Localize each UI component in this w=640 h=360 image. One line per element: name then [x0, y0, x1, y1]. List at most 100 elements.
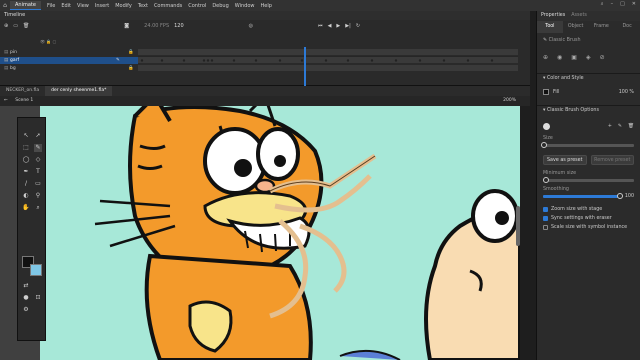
menu-commands[interactable]: Commands — [154, 3, 182, 9]
smoothing-slider[interactable] — [543, 193, 623, 199]
tab-tool[interactable]: Tool — [537, 21, 563, 33]
layer-row-selected[interactable]: ▤ garf ✎ — [0, 57, 518, 64]
menu-help[interactable]: Help — [261, 3, 272, 9]
new-layer-icon[interactable]: ⊕ — [4, 23, 8, 29]
section-collapse-icon[interactable]: ▾ — [543, 76, 545, 81]
loop-icon[interactable]: ↻ — [356, 23, 360, 29]
menu-control[interactable]: Control — [188, 3, 206, 9]
paint-bucket-icon[interactable]: ◐ — [22, 192, 30, 200]
layer-frames[interactable] — [138, 57, 518, 64]
smoothing-value[interactable]: 100 — [625, 194, 634, 199]
brush-square-icon[interactable]: ▣ — [571, 54, 577, 61]
brush-round-icon[interactable]: ◉ — [557, 54, 562, 61]
properties-title[interactable]: Properties — [541, 11, 565, 21]
add-preset-icon[interactable]: + — [608, 124, 612, 129]
fill-percent[interactable]: 100 % — [619, 90, 634, 95]
scene-name[interactable]: Scene 1 — [15, 98, 33, 103]
checkbox-checked[interactable] — [543, 207, 548, 212]
menu-edit[interactable]: Edit — [61, 3, 71, 9]
layer-frames[interactable] — [138, 49, 518, 56]
zoom-icon[interactable]: ⌕ — [34, 204, 42, 212]
workspace-button[interactable]: Animate — [10, 1, 41, 10]
delete-icon[interactable]: 🗑 — [23, 23, 29, 29]
line-icon[interactable]: / — [22, 180, 30, 188]
tab-doc[interactable]: Doc — [614, 21, 640, 33]
step-back-icon[interactable]: ◀ — [328, 23, 332, 29]
folder-icon[interactable]: ▭ — [13, 23, 18, 29]
close-icon[interactable]: ✕ — [632, 1, 636, 7]
brush-flat-icon[interactable]: ◈ — [586, 54, 591, 61]
menu-debug[interactable]: Debug — [212, 3, 228, 9]
tab-object[interactable]: Object — [563, 21, 589, 33]
zoom-level[interactable]: 200% — [503, 96, 516, 106]
min-size-slider[interactable] — [543, 177, 634, 183]
minimize-icon[interactable]: – — [611, 1, 614, 7]
layer-frames[interactable] — [138, 65, 518, 72]
min-size-knob[interactable] — [543, 177, 549, 183]
lock-icon[interactable]: 🔒 — [128, 65, 134, 72]
fill-swatch[interactable] — [543, 89, 549, 95]
onion-skin-icon[interactable]: ◎ — [249, 23, 253, 29]
layer-name[interactable]: pin — [10, 49, 17, 56]
fill-color-swatch[interactable] — [30, 264, 42, 276]
stage-artwork[interactable] — [40, 106, 520, 360]
hand-icon[interactable]: ✋ — [22, 204, 30, 212]
sync-eraser-checkbox[interactable]: Sync settings with eraser — [543, 214, 634, 223]
frame-readout[interactable]: 120 — [174, 23, 184, 29]
text-tool-icon[interactable]: T — [34, 168, 42, 176]
step-forward-icon[interactable]: ▶| — [345, 23, 351, 29]
section-collapse-icon[interactable]: ▾ — [543, 108, 545, 113]
layer-name[interactable]: garf — [10, 57, 19, 64]
menu-file[interactable]: File — [47, 3, 55, 9]
brush-tool-icon[interactable]: ✎ — [34, 144, 42, 152]
back-arrow-icon[interactable]: ← — [4, 98, 8, 103]
layer-row[interactable]: ▤ bg 🔒 — [0, 65, 518, 72]
tab-frame[interactable]: Frame — [589, 21, 615, 33]
menu-window[interactable]: Window — [235, 3, 255, 9]
pen-icon[interactable]: ✒ — [22, 168, 30, 176]
selection-tool-icon[interactable]: ↖ — [22, 132, 30, 140]
checkbox-unchecked[interactable] — [543, 225, 548, 230]
size-slider[interactable] — [541, 142, 634, 148]
layer-name[interactable]: bg — [10, 65, 16, 72]
menu-modify[interactable]: Modify — [115, 3, 132, 9]
home-icon[interactable]: ⌂ — [0, 2, 10, 9]
save-preset-button[interactable]: Save as preset — [543, 155, 587, 165]
layer-row[interactable]: ▤ pin 🔒 — [0, 49, 518, 56]
free-transform-icon[interactable]: ⬚ — [22, 144, 30, 152]
playhead[interactable] — [304, 47, 306, 87]
menu-view[interactable]: View — [77, 3, 89, 9]
stage[interactable] — [0, 106, 520, 360]
rewind-icon[interactable]: ⏮ — [318, 23, 323, 29]
lock-icon[interactable]: 🔒 — [128, 49, 134, 56]
vertical-scrollbar[interactable] — [516, 206, 520, 246]
zoom-size-checkbox[interactable]: Zoom size with stage — [543, 205, 634, 214]
color-style-heading[interactable]: Color and Style — [547, 76, 584, 81]
scale-symbol-checkbox[interactable]: Scale size with symbol instance — [543, 223, 634, 232]
rectangle-icon[interactable]: ▭ — [34, 180, 42, 188]
remove-preset-button[interactable]: Remove preset — [590, 155, 634, 165]
document-tab-active[interactable]: der cenly sheenme1.fla* — [45, 86, 113, 96]
eyedropper-icon[interactable]: ⚲ — [34, 192, 42, 200]
checkbox-checked[interactable] — [543, 216, 548, 221]
brush-shape-icon[interactable]: ⊕ — [543, 54, 548, 61]
brush-options-heading[interactable]: Classic Brush Options — [547, 108, 599, 113]
edit-preset-icon[interactable]: ✎ — [618, 124, 622, 129]
smoothing-knob[interactable] — [616, 193, 623, 199]
search-icon[interactable]: ⌕ — [601, 1, 604, 7]
brush-mode-icon[interactable]: ● — [22, 294, 30, 302]
snap-icon[interactable]: ⚙ — [22, 306, 30, 314]
document-tab[interactable]: NECKER_on.fla — [0, 86, 45, 96]
lock-fill-icon[interactable]: ⊡ — [34, 294, 42, 302]
assets-tab[interactable]: Assets — [571, 11, 587, 21]
play-icon[interactable]: ▶ — [336, 23, 340, 29]
delete-preset-icon[interactable]: 🗑 — [628, 124, 634, 129]
subselection-tool-icon[interactable]: ➚ — [34, 132, 42, 140]
maximize-icon[interactable]: □ — [620, 1, 625, 7]
camera-icon[interactable]: ◙ — [124, 23, 129, 29]
swap-colors-icon[interactable]: ⇄ — [22, 282, 30, 290]
menu-text[interactable]: Text — [138, 3, 148, 9]
fps-readout[interactable]: 24.00 FPS — [144, 23, 169, 29]
eraser-icon[interactable]: ◇ — [34, 156, 42, 164]
brush-pressure-icon[interactable]: ⊘ — [600, 54, 605, 61]
